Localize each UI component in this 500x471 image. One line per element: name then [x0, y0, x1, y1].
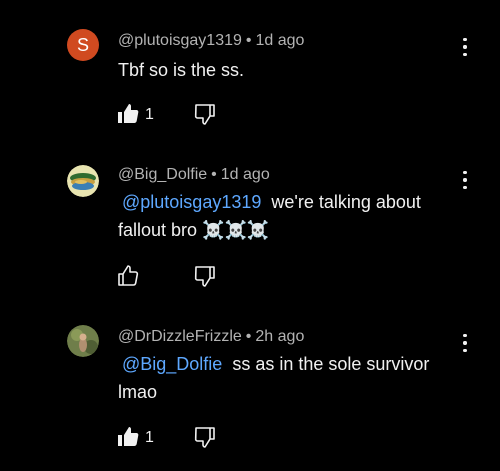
meta-separator: •	[211, 166, 217, 183]
avatar[interactable]: S	[67, 29, 99, 61]
comment-meta: @Big_Dolfie • 1d ago	[118, 166, 270, 184]
dislike-button[interactable]	[193, 425, 217, 449]
comment-author[interactable]: @DrDizzleFrizzle	[118, 328, 242, 345]
comment-time: 1d ago	[220, 166, 270, 183]
comment-meta: @plutoisgay1319 • 1d ago	[118, 32, 304, 50]
more-options-button[interactable]	[457, 36, 473, 58]
avatar-letter: S	[76, 35, 89, 55]
dislike-button[interactable]	[193, 264, 217, 288]
like-count: 1	[145, 429, 154, 446]
thumbs-down-icon	[194, 266, 215, 287]
avatar[interactable]	[67, 165, 99, 197]
thumbs-down-icon	[194, 427, 215, 448]
comment-author[interactable]: @plutoisgay1319	[118, 32, 242, 49]
comment-author[interactable]: @Big_Dolfie	[118, 166, 207, 183]
comment-body: Tbf so is the ss.	[118, 60, 245, 80]
comment-text: @plutoisgay1319 we're talking about fallo…	[118, 188, 468, 244]
comment-text: @Big_Dolfie ss as in the sole survivor lm…	[118, 350, 468, 406]
avatar[interactable]	[67, 325, 99, 357]
dislike-button[interactable]	[193, 102, 217, 126]
more-options-button[interactable]	[457, 169, 473, 191]
avatar-image	[67, 325, 99, 357]
thumbs-up-filled-icon	[118, 104, 139, 123]
thumbs-down-icon	[194, 104, 215, 125]
like-button[interactable]	[116, 425, 140, 449]
mention-link[interactable]: @Big_Dolfie	[122, 354, 222, 374]
comment-text: Tbf so is the ss.	[118, 56, 463, 84]
like-button[interactable]	[116, 102, 140, 126]
more-options-button[interactable]	[457, 332, 473, 354]
meta-separator: •	[245, 32, 252, 49]
like-count: 1	[145, 106, 154, 123]
thumbs-up-filled-icon	[118, 427, 139, 446]
meta-separator: •	[245, 328, 252, 345]
like-button[interactable]	[116, 264, 140, 288]
comment-time: 2h ago	[255, 328, 305, 345]
comment-time: 1d ago	[255, 32, 305, 49]
thumbs-up-icon	[118, 265, 139, 286]
mention-link[interactable]: @plutoisgay1319	[122, 192, 261, 212]
avatar-image	[67, 165, 99, 197]
comment-meta: @DrDizzleFrizzle • 2h ago	[118, 328, 304, 346]
